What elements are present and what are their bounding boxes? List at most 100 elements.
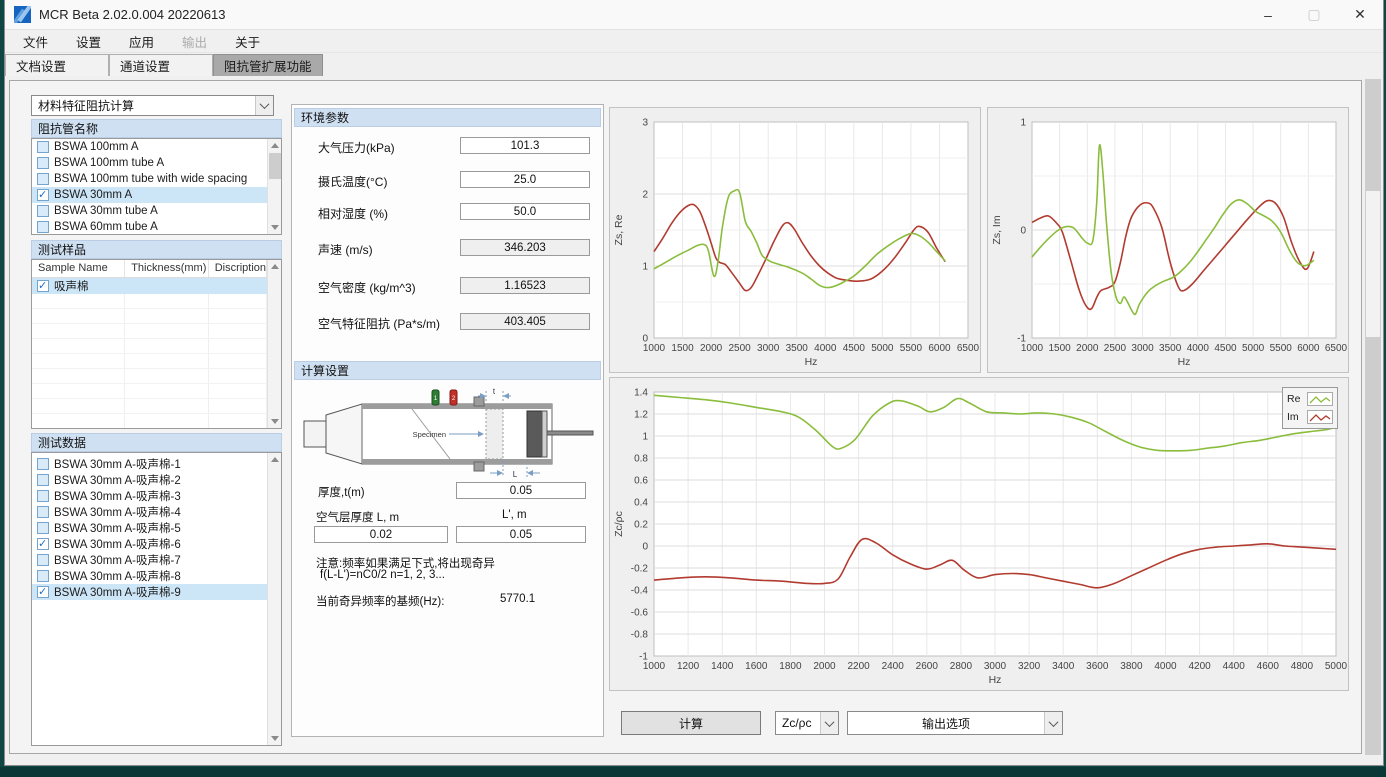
calculate-button[interactable]: 计算 [621,711,761,735]
svg-text:0.4: 0.4 [634,498,648,509]
empty-table-row [32,414,267,429]
checkbox[interactable] [37,506,49,518]
checkbox[interactable] [37,554,49,566]
env-param-input[interactable] [460,203,590,220]
sample-table-scrollbar[interactable] [267,260,281,428]
output-options-dropdown[interactable]: 输出选项 [847,711,1063,735]
scroll-down-icon[interactable] [271,736,279,741]
menu-file[interactable]: 文件 [9,29,62,54]
checkbox[interactable] [37,205,49,217]
checkbox[interactable] [37,490,49,502]
svg-text:-0.4: -0.4 [631,586,649,597]
scroll-up-icon[interactable] [271,143,279,148]
tab-channel-settings[interactable]: 通道设置 [109,54,213,76]
dropdown-arrow-icon[interactable] [255,96,273,115]
env-param-label: 摄氏温度(°C) [318,173,387,190]
data-list-item[interactable]: BSWA 30mm A-吸声棉-2 [32,472,267,488]
checkbox[interactable] [37,141,49,153]
scrollbar-thumb[interactable] [269,153,281,179]
column-header[interactable]: Thickness(mm) [125,260,209,277]
air-layer-L-input[interactable] [314,526,448,543]
menu-settings[interactable]: 设置 [62,29,115,54]
air-layer-Lp-input[interactable] [456,526,586,543]
tube-list-item[interactable]: BSWA 30mm tube A [32,203,267,219]
data-list-item[interactable]: BSWA 30mm A-吸声棉-1 [32,456,267,472]
column-header[interactable]: Discription [209,260,267,277]
svg-text:4200: 4200 [1188,661,1211,672]
app-window: MCR Beta 2.02.0.004 20220613 – ▢ ✕ 文件设置应… [4,0,1384,766]
data-list-item[interactable]: BSWA 30mm A-吸声棉-9 [32,584,267,600]
window-scrollbar[interactable] [1365,79,1381,755]
checkbox[interactable] [37,586,49,598]
output-options-value: 输出选项 [848,715,1044,732]
dropdown-arrow-icon[interactable] [820,712,838,734]
svg-text:2000: 2000 [1076,343,1099,354]
checkbox[interactable] [37,280,49,292]
checkbox[interactable] [37,570,49,582]
legend-item[interactable]: Im [1287,408,1333,426]
empty-cell [32,294,125,308]
tube-list-scrollbar[interactable] [267,139,281,234]
svg-text:1: 1 [642,262,648,273]
svg-text:4800: 4800 [1291,661,1314,672]
scroll-up-icon[interactable] [271,264,279,269]
tab-doc-settings[interactable]: 文档设置 [5,54,109,76]
empty-cell [209,324,267,338]
svg-text:-1: -1 [1017,334,1026,345]
svg-text:3600: 3600 [1086,661,1109,672]
base-freq-label: 当前奇异频率的基频(Hz): [316,593,444,609]
tube-list-item[interactable]: BSWA 60mm tube A [32,219,267,235]
data-list-item[interactable]: BSWA 30mm A-吸声棉-5 [32,520,267,536]
data-list-scrollbar[interactable] [267,453,281,745]
title-bar: MCR Beta 2.02.0.004 20220613 – ▢ ✕ [5,0,1383,30]
data-list-item[interactable]: BSWA 30mm A-吸声棉-4 [32,504,267,520]
tube-list-item[interactable]: BSWA 30mm A [32,187,267,203]
data-list-item[interactable]: BSWA 30mm A-吸声棉-6 [32,536,267,552]
dropdown-arrow-icon[interactable] [1044,712,1062,734]
thickness-input[interactable] [456,482,586,499]
column-header[interactable]: Sample Name [32,260,125,277]
legend-item[interactable]: Re [1287,390,1333,408]
tube-list-item[interactable]: BSWA 100mm A [32,139,267,155]
close-button[interactable]: ✕ [1337,0,1383,29]
env-param-input[interactable] [460,171,590,188]
menu-apply[interactable]: 应用 [115,29,168,54]
data-list-item[interactable]: BSWA 30mm A-吸声棉-3 [32,488,267,504]
checkbox[interactable] [37,522,49,534]
env-param-input[interactable] [460,137,590,154]
data-list-item[interactable]: BSWA 30mm A-吸声棉-7 [32,552,267,568]
checkbox[interactable] [37,189,49,201]
scrollbar-thumb[interactable] [1366,191,1380,337]
env-params-header: 环境参数 [294,108,601,127]
svg-text:4000: 4000 [1187,343,1210,354]
checkbox[interactable] [37,221,49,233]
empty-cell [209,384,267,398]
list-item-label: BSWA 30mm A-吸声棉-3 [54,488,181,504]
scroll-down-icon[interactable] [271,419,279,424]
svg-text:5000: 5000 [1242,343,1265,354]
sample-row[interactable]: 吸声棉 [32,278,267,294]
empty-cell [32,324,125,338]
quantity-dropdown[interactable]: Zc/ρc [775,711,839,735]
minimize-button[interactable]: – [1245,0,1291,29]
checkbox[interactable] [37,173,49,185]
scroll-down-icon[interactable] [271,225,279,230]
maximize-button[interactable]: ▢ [1291,0,1337,29]
data-list-item[interactable]: BSWA 30mm A-吸声棉-8 [32,568,267,584]
svg-text:2: 2 [642,190,648,201]
svg-text:0.8: 0.8 [634,454,648,465]
env-param-row: 声速 (m/s) [292,239,603,257]
tube-list-item[interactable]: BSWA 100mm tube with wide spacing [32,171,267,187]
checkbox[interactable] [37,474,49,486]
svg-text:4000: 4000 [1154,661,1177,672]
quantity-value: Zc/ρc [776,716,820,730]
checkbox[interactable] [37,157,49,169]
scroll-up-icon[interactable] [271,457,279,462]
menu-output[interactable]: 输出 [168,29,221,54]
tube-list-item[interactable]: BSWA 100mm tube A [32,155,267,171]
menu-about[interactable]: 关于 [221,29,274,54]
checkbox[interactable] [37,538,49,550]
calc-type-dropdown[interactable]: 材料特征阻抗计算 [31,95,274,116]
tab-impedance-tube[interactable]: 阻抗管扩展功能 [213,54,323,76]
checkbox[interactable] [37,458,49,470]
